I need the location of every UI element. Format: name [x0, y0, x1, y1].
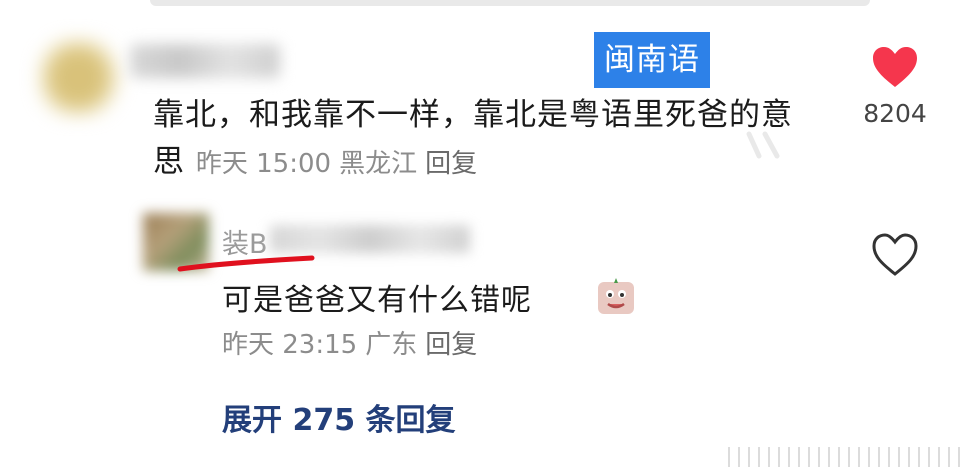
comment-meta: 昨天 15:00 黑龙江 回复: [196, 149, 485, 179]
username-blurred[interactable]: [130, 44, 280, 78]
reply-button-2[interactable]: 回复: [425, 330, 477, 360]
reply-text: 可是爸爸又有什么错呢: [222, 283, 532, 318]
comment-location: 黑龙江: [339, 149, 418, 179]
dialect-label-badge: 闽南语: [594, 32, 710, 88]
reply-username-blurred[interactable]: [270, 225, 470, 253]
heart-filled-icon[interactable]: [871, 45, 919, 89]
reply-time: 昨天 23:15: [222, 330, 358, 360]
reply-button[interactable]: 回复: [425, 149, 477, 179]
top-card-edge: [150, 0, 870, 6]
comment-time: 昨天 15:00: [195, 149, 332, 179]
red-underline-annotation: [177, 255, 315, 272]
reply-location: 广东: [365, 330, 418, 360]
overlay-mark: [746, 131, 780, 159]
like-count: 8204: [863, 99, 927, 128]
reply-meta: 昨天 23:15 广东 回复: [222, 324, 485, 361]
like-column: 8204: [855, 45, 935, 128]
bottom-decor: [720, 447, 960, 467]
heart-outline-icon[interactable]: [870, 232, 920, 278]
sticker-emoji-icon: [598, 278, 634, 314]
expand-replies-button[interactable]: 展开 275 条回复: [222, 395, 456, 439]
avatar-blurred[interactable]: [40, 40, 125, 115]
comment-body: 靠北，和我靠不一样，靠北是粤语里死爸的意思 昨天 15:00 黑龙江 回复: [153, 92, 813, 188]
